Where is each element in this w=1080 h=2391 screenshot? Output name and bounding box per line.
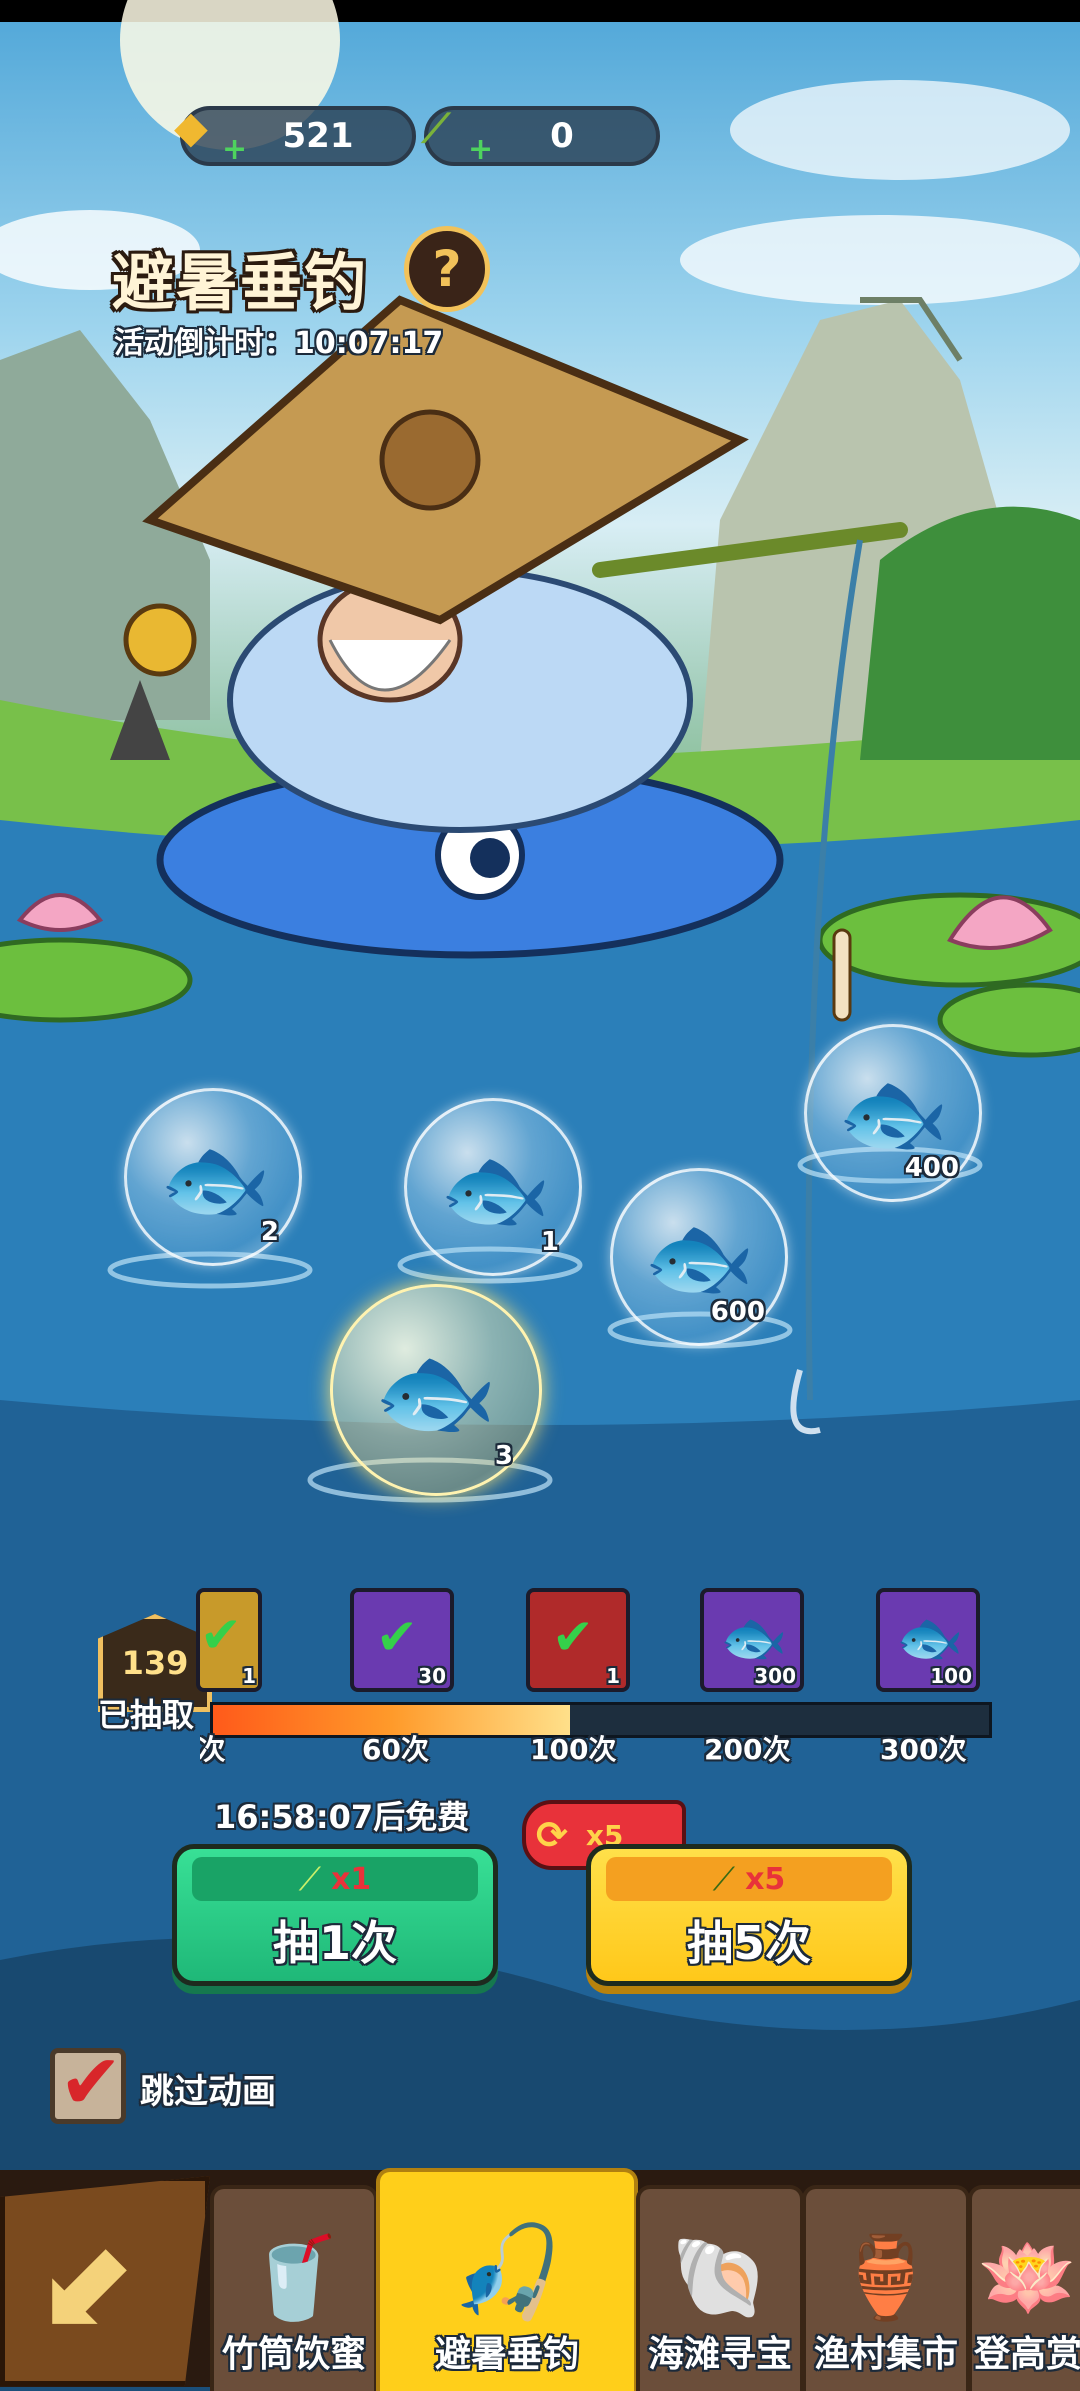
fish-quantity: 400 [904, 1153, 959, 1183]
countdown-label: 活动倒计时： [114, 326, 294, 361]
milestone-label: 100次 [530, 1733, 617, 1766]
fishing-rod-icon: ⟋ [298, 1859, 322, 1898]
milestone-label: 300次 [880, 1733, 967, 1766]
shell-pearl-icon: 🐚 [670, 2231, 770, 2324]
milestone-reward[interactable]: 🐟 300 [700, 1588, 804, 1692]
event-title: 避暑垂钓 [112, 246, 369, 319]
draw-five-label: 抽5次 [686, 1916, 811, 1970]
fish-bubble[interactable]: 🐟 400 [804, 1024, 982, 1202]
golden-fish-icon: 🐟 [439, 1137, 552, 1242]
milestone-reward[interactable]: ✔ 1 [526, 1588, 630, 1692]
golden-fish-icon: 🐟 [159, 1127, 272, 1232]
draw-count-label: 已抽取 [98, 1696, 195, 1734]
event-countdown: 活动倒计时：10:07:17 [114, 318, 443, 362]
draw-once-cost: ⟋ x1 [192, 1857, 478, 1901]
draw-once-button[interactable]: ⟋ x1 抽1次 [172, 1844, 498, 1986]
refresh-icon: ⟳ [536, 1813, 568, 1857]
milestone-labels: 0次 60次 100次 200次 300次 [200, 1728, 1000, 1768]
golden-fish-icon: 🐟 [896, 1606, 964, 1669]
milestone-reward[interactable]: 🐟 100 [876, 1588, 980, 1692]
add-rod-icon[interactable]: + [468, 132, 493, 167]
fishing-rod-amount: 0 [550, 116, 574, 156]
milestone-reward[interactable]: ✔ 30 [350, 1588, 454, 1692]
milestone-reward-row: ✔ 1 ✔ 30 ✔ 1 🐟 300 🐟 100 [196, 1584, 990, 1694]
free-draw-timer: 16:58:07后免费 [214, 1798, 470, 1836]
milestone-reward[interactable]: ✔ 1 [196, 1588, 262, 1692]
tab-beach-treasure[interactable]: 🐚 海滩寻宝 [636, 2185, 804, 2391]
tab-climb-view[interactable]: 🪷 登高赏 [968, 2185, 1080, 2391]
golden-fish-icon: 🐟 [373, 1333, 498, 1450]
draw-five-button[interactable]: ⟋ x5 抽5次 [586, 1844, 912, 1986]
gold-ingot-amount: 521 [282, 116, 354, 156]
draw-five-cost: ⟋ x5 [606, 1857, 892, 1901]
skip-animation-label: 跳过动画 [140, 2072, 276, 2112]
fish-quantity: 3 [494, 1441, 513, 1471]
red-fish-icon: 🐟 [837, 1061, 950, 1166]
claimed-check-icon: ✔ [552, 1608, 594, 1666]
draw-count: 139 [121, 1644, 189, 1682]
bamboo-drink-icon: 🥤 [244, 2231, 344, 2324]
fish-bubble[interactable]: 🐟 1 [404, 1098, 582, 1276]
draw-once-label: 抽1次 [272, 1916, 397, 1970]
fish-quantity: 600 [710, 1297, 765, 1327]
fishing-rod-icon: ⟋ [712, 1859, 736, 1898]
tab-fishing[interactable]: 🎣 避暑垂钓 [376, 2168, 638, 2391]
back-arrow-icon: ⬋ [41, 2211, 142, 2350]
market-jar-icon: 🏺 [836, 2231, 936, 2324]
question-mark-icon: ? [432, 240, 462, 298]
fishing-rod-counter[interactable]: ⟋ + 0 [422, 106, 660, 167]
claimed-check-icon: ✔ [200, 1606, 242, 1664]
gold-ingot-icon: ◆ [174, 102, 208, 153]
claimed-check-icon: ✔ [376, 1608, 418, 1666]
fishing-rod-icon: ⟋ [422, 106, 450, 152]
add-gold-icon[interactable]: + [222, 132, 247, 167]
fish-quantity: 2 [260, 1217, 279, 1247]
fish-bubble[interactable]: 🐟 600 [610, 1168, 788, 1346]
tab-bamboo-drink[interactable]: 🥤 竹筒饮蜜 [210, 2185, 378, 2391]
help-button[interactable]: ? [404, 226, 490, 312]
tab-fishing-village-market[interactable]: 🏺 渔村集市 [802, 2185, 970, 2391]
red-fish-icon: 🐟 [720, 1606, 788, 1669]
fishing-icon: 🎣 [450, 2220, 564, 2325]
milestone-label: 60次 [362, 1733, 429, 1766]
fish-bubble[interactable]: 🐟 2 [124, 1088, 302, 1266]
countdown-value: 10:07:17 [294, 326, 444, 361]
skip-animation-checkbox[interactable]: ✔ [50, 2037, 126, 2126]
gold-ingot-counter[interactable]: ◆ + 521 [174, 102, 416, 167]
checkmark-icon: ✔ [59, 2037, 123, 2126]
fish-bubble-selected[interactable]: 🐟 3 [330, 1284, 542, 1496]
milestone-label: 200次 [704, 1733, 791, 1766]
lotus-icon: 🪷 [978, 2231, 1078, 2324]
red-fish-icon: 🐟 [643, 1205, 756, 1310]
back-button[interactable]: ⬋ [0, 2176, 210, 2386]
fish-quantity: 1 [540, 1227, 559, 1257]
